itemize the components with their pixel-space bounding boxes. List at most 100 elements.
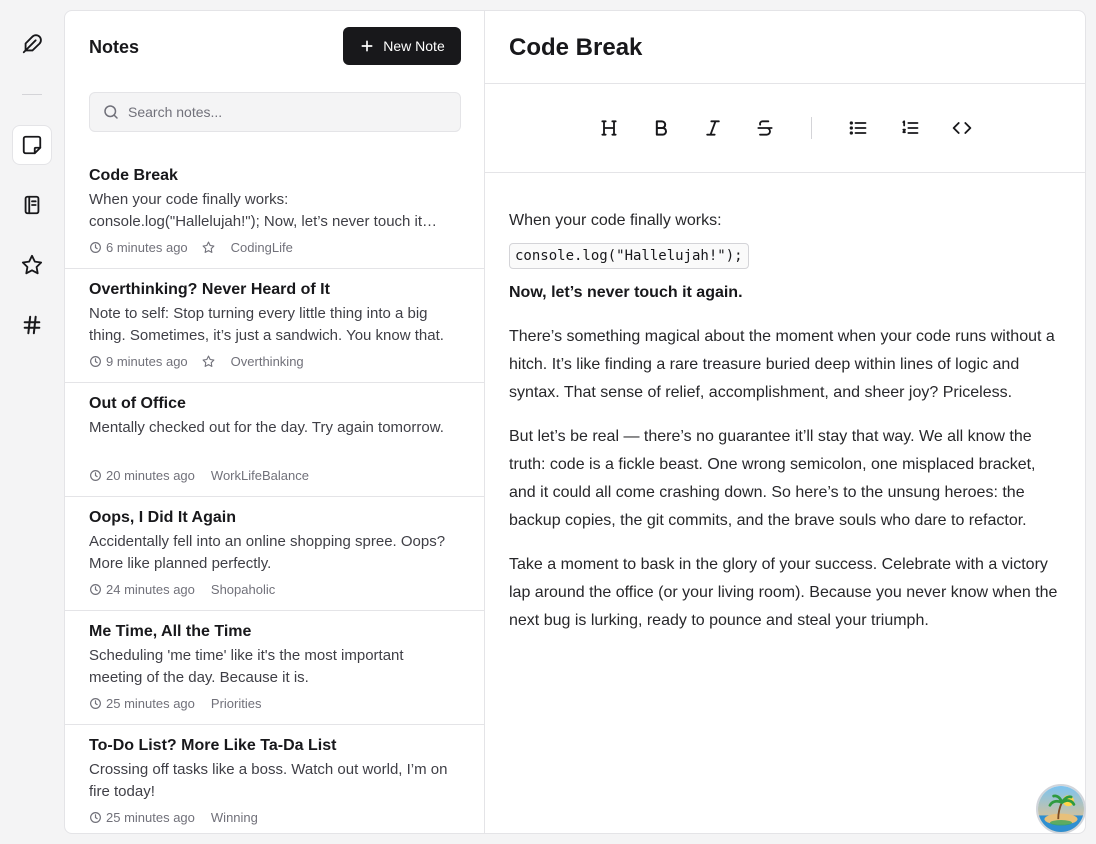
timestamp: 9 minutes ago: [89, 354, 188, 369]
clock-icon: [90, 697, 101, 709]
timestamp: 6 minutes ago: [89, 240, 188, 255]
notes-list: Code Break When your code finally works: …: [65, 155, 485, 833]
new-note-label: New Note: [383, 38, 445, 54]
italic-button[interactable]: [701, 116, 725, 140]
note-tag[interactable]: Shopaholic: [209, 582, 275, 597]
notebook-icon: [24, 195, 40, 215]
bold-icon: [655, 120, 667, 136]
timestamp-text: 24 minutes ago: [106, 581, 195, 597]
note-item-title: Me Time, All the Time: [89, 623, 252, 640]
formatting-toolbar: [485, 84, 1085, 173]
clock-icon: [90, 355, 101, 367]
italic-icon: [706, 120, 720, 136]
note-item-meta: 20 minutes ago WorkLifeBalance: [89, 465, 461, 485]
notes-list-pane: Notes New Note Code Break When your code …: [65, 11, 485, 833]
clock-icon: [90, 583, 101, 595]
rail-item-notes[interactable]: [12, 125, 52, 165]
note-item-meta: 25 minutes ago Priorities: [89, 693, 461, 713]
strikethrough-icon: [757, 120, 773, 136]
note-item-meta: 24 minutes ago Shopaholic: [89, 579, 461, 599]
toolbar-divider: [811, 117, 812, 139]
timestamp-text: 25 minutes ago: [106, 809, 195, 825]
body-paragraph: But let’s be real — there’s no guarantee…: [509, 428, 1036, 529]
note-tag[interactable]: Overthinking: [229, 354, 304, 369]
timestamp: 20 minutes ago: [89, 468, 195, 483]
list-item[interactable]: Code Break When your code finally works: …: [65, 155, 485, 269]
tag-text: Priorities: [210, 695, 262, 711]
island-avatar-icon: [1038, 786, 1084, 832]
search-input[interactable]: [128, 104, 448, 120]
bold-button[interactable]: [649, 116, 673, 140]
inline-code: console.log("Hallelujah!");: [509, 243, 749, 269]
favorite-toggle[interactable]: [202, 355, 215, 368]
bullet-list-button[interactable]: [846, 116, 870, 140]
note-item-title: To-Do List? More Like Ta-Da List: [89, 737, 337, 754]
bullet-list-icon: [849, 121, 867, 135]
note-item-preview: Crossing off tasks like a boss. Watch ou…: [89, 761, 448, 800]
star-icon: [202, 355, 215, 367]
code-icon: [952, 122, 972, 134]
note-item-meta: 6 minutes ago CodingLife: [89, 237, 461, 257]
note-item-meta: 9 minutes ago Overthinking: [89, 351, 461, 371]
note-item-title: Code Break: [89, 167, 178, 184]
note-item-meta: 25 minutes ago Winning: [89, 807, 461, 827]
list-item[interactable]: Overthinking? Never Heard of It Note to s…: [65, 269, 485, 383]
list-item[interactable]: Out of Office Mentally checked out for th…: [65, 383, 485, 497]
note-item-preview: Scheduling 'me time' like it's the most …: [89, 647, 404, 686]
timestamp-text: 6 minutes ago: [106, 239, 188, 255]
note-title[interactable]: Code Break: [509, 34, 642, 62]
ordered-list-button[interactable]: [898, 116, 922, 140]
timestamp: 24 minutes ago: [89, 582, 195, 597]
heading-icon: [601, 120, 617, 136]
icon-rail: [0, 0, 64, 844]
ordered-list-icon: [902, 120, 919, 134]
tag-text: WorkLifeBalance: [210, 467, 309, 483]
intro-paragraph: When your code finally works:: [509, 212, 722, 229]
app-logo[interactable]: [12, 24, 52, 64]
note-content[interactable]: When your code finally works: console.lo…: [509, 207, 1063, 651]
search-box[interactable]: [89, 92, 461, 132]
timestamp-text: 9 minutes ago: [106, 353, 188, 369]
main-card: Notes New Note Code Break When your code …: [64, 10, 1086, 834]
note-item-preview: Mentally checked out for the day. Try ag…: [89, 419, 444, 436]
note-tag[interactable]: CodingLife: [229, 240, 293, 255]
body-paragraph: Take a moment to bask in the glory of yo…: [509, 556, 1058, 629]
note-tag[interactable]: Winning: [209, 810, 258, 825]
heading-button[interactable]: [597, 116, 621, 140]
timestamp: 25 minutes ago: [89, 696, 195, 711]
note-item-title: Overthinking? Never Heard of It: [89, 281, 330, 298]
list-item[interactable]: Oops, I Did It Again Accidentally fell in…: [65, 497, 485, 611]
strikethrough-button[interactable]: [753, 116, 777, 140]
sticky-note-icon: [22, 135, 42, 155]
list-item[interactable]: Me Time, All the Time Scheduling 'me time…: [65, 611, 485, 725]
timestamp-text: 20 minutes ago: [106, 467, 195, 483]
search-icon: [104, 105, 118, 119]
star-icon: [21, 254, 43, 275]
bold-paragraph: Now, let’s never touch it again.: [509, 284, 743, 301]
note-item-title: Oops, I Did It Again: [89, 509, 236, 526]
rail-divider: [22, 94, 42, 95]
list-item[interactable]: To-Do List? More Like Ta-Da List Crossing…: [65, 725, 485, 833]
star-icon: [202, 241, 215, 253]
rail-item-tags[interactable]: [12, 305, 52, 345]
clock-icon: [90, 811, 101, 823]
tag-text: CodingLife: [230, 239, 293, 255]
feather-icon: [22, 34, 42, 54]
notes-heading: Notes: [89, 37, 140, 57]
rail-item-notebooks[interactable]: [12, 185, 52, 225]
note-tag[interactable]: WorkLifeBalance: [209, 468, 309, 483]
note-item-preview: When your code finally works: console.lo…: [89, 191, 423, 230]
tag-text: Shopaholic: [210, 581, 276, 597]
hash-icon: [23, 315, 41, 335]
note-item-title: Out of Office: [89, 395, 186, 412]
note-editor: Code Break When your code finally works:…: [485, 11, 1085, 833]
avatar[interactable]: [1036, 784, 1086, 834]
clock-icon: [90, 469, 101, 481]
tag-text: Winning: [210, 809, 258, 825]
tag-text: Overthinking: [230, 353, 304, 369]
code-button[interactable]: [950, 116, 974, 140]
new-note-button[interactable]: New Note: [343, 27, 461, 65]
note-tag[interactable]: Priorities: [209, 696, 262, 711]
favorite-toggle[interactable]: [202, 241, 215, 254]
rail-item-favorites[interactable]: [12, 245, 52, 285]
